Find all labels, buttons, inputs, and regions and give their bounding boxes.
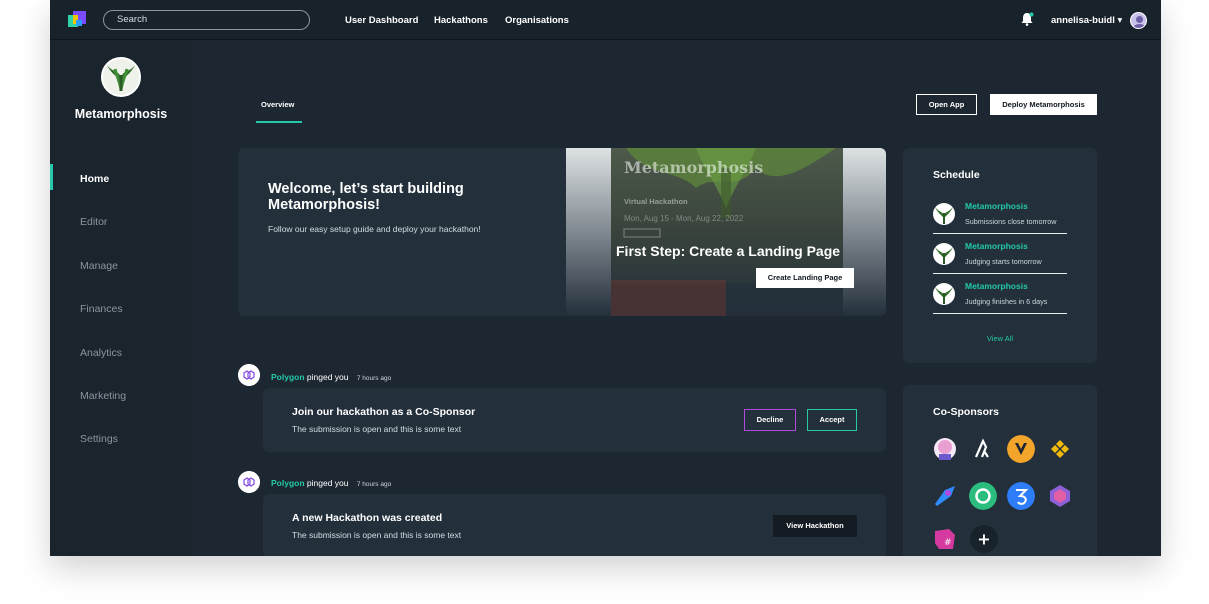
svg-text:#: # — [944, 538, 952, 548]
accept-button[interactable]: Accept — [807, 409, 857, 431]
top-bar: Search User Dashboard Hackathons Organis… — [50, 0, 1161, 40]
deploy-button[interactable]: Deploy Metamorphosis — [990, 94, 1097, 115]
tab-underline — [256, 121, 302, 123]
ping-header: Polygon pinged you 7 hours ago — [271, 478, 391, 488]
schedule-item[interactable]: Metamorphosis Judging starts tomorrow — [933, 241, 1067, 274]
sidebar: Metamorphosis Home Editor Manage Finance… — [50, 40, 192, 556]
hashtag-logo-icon[interactable]: # — [931, 525, 959, 553]
welcome-title: Welcome, let’s start building Metamorpho… — [268, 181, 464, 213]
ping-sender[interactable]: Polygon — [271, 478, 305, 488]
cosponsors-card: Co-Sponsors # + — [903, 385, 1097, 556]
ping-sender[interactable]: Polygon — [271, 372, 305, 382]
landing-page-preview: Metamorphosis Virtual Hackathon Mon, Aug… — [566, 148, 886, 316]
view-all-link[interactable]: View All — [903, 334, 1097, 343]
schedule-item[interactable]: Metamorphosis Submissions close tomorrow — [933, 201, 1067, 234]
spaceship-logo-icon[interactable] — [931, 482, 959, 510]
schedule-item-desc: Judging finishes in 6 days — [965, 297, 1048, 306]
sidebar-item-analytics[interactable]: Analytics — [80, 347, 122, 359]
notification-title: Join our hackathon as a Co-Sponsor — [292, 406, 476, 418]
hackathon-icon — [933, 243, 955, 265]
logo-icon[interactable] — [68, 11, 86, 29]
ping-action: pinged you — [306, 478, 349, 488]
search-input[interactable]: Search — [103, 10, 310, 30]
app-window: Search User Dashboard Hackathons Organis… — [50, 0, 1161, 556]
schedule-item[interactable]: Metamorphosis Judging finishes in 6 days — [933, 281, 1067, 314]
schedule-item-desc: Judging starts tomorrow — [965, 257, 1042, 266]
cosponsors-title: Co-Sponsors — [933, 406, 999, 418]
celo-logo-icon[interactable] — [969, 482, 997, 510]
schedule-item-name: Metamorphosis — [965, 201, 1028, 211]
ping-action: pinged you — [306, 372, 349, 382]
user-menu[interactable]: annelisa-buidl ▾ — [1051, 15, 1122, 26]
schedule-item-name: Metamorphosis — [965, 281, 1028, 291]
badger-logo-icon[interactable] — [1007, 435, 1035, 463]
avatar[interactable] — [1130, 12, 1147, 29]
open-app-button[interactable]: Open App — [916, 94, 977, 115]
tezos-logo-icon[interactable] — [1007, 482, 1035, 510]
nav-user-dashboard[interactable]: User Dashboard — [345, 15, 418, 26]
tab-overview[interactable]: Overview — [261, 100, 294, 109]
schedule-card: Schedule Metamorphosis Submissions close… — [903, 148, 1097, 363]
notification-title: A new Hackathon was created — [292, 512, 443, 524]
plus-icon: + — [977, 530, 990, 549]
avatar-image — [1133, 16, 1146, 28]
first-step-title: First Step: Create a Landing Page — [616, 243, 841, 259]
nav-hackathons[interactable]: Hackathons — [434, 15, 488, 26]
hackathon-avatar — [101, 57, 141, 97]
sidebar-item-manage[interactable]: Manage — [80, 260, 118, 272]
welcome-card: Welcome, let’s start building Metamorpho… — [238, 148, 886, 316]
landing-preview-subtitle: Virtual Hackathon — [624, 197, 688, 206]
notification-card: A new Hackathon was created The submissi… — [263, 494, 886, 556]
notification-subtitle: The submission is open and this is some … — [292, 424, 462, 434]
active-indicator — [50, 164, 53, 190]
notification-subtitle: The submission is open and this is some … — [292, 530, 462, 540]
sidebar-item-settings[interactable]: Settings — [80, 433, 118, 445]
landing-preview-title: Metamorphosis — [624, 158, 764, 177]
sidebar-item-editor[interactable]: Editor — [80, 216, 107, 228]
schedule-item-desc: Submissions close tomorrow — [965, 217, 1057, 226]
schedule-title: Schedule — [933, 169, 980, 181]
landing-preview-date: Mon, Aug 15 - Mon, Aug 22, 2022 — [624, 214, 744, 223]
plant-icon — [103, 59, 139, 95]
polygon-avatar-icon — [238, 364, 260, 386]
hackathon-title: Metamorphosis — [74, 107, 168, 121]
schedule-item-name: Metamorphosis — [965, 241, 1028, 251]
binance-logo-icon[interactable] — [1046, 435, 1074, 463]
ping-time: 7 hours ago — [356, 375, 392, 382]
nav-organisations[interactable]: Organisations — [505, 15, 569, 26]
ping-header: Polygon pinged you 7 hours ago — [271, 372, 391, 382]
decline-button[interactable]: Decline — [744, 409, 796, 431]
sidebar-item-marketing[interactable]: Marketing — [80, 390, 126, 402]
create-landing-page-button[interactable]: Create Landing Page — [756, 268, 854, 288]
chevron-down-icon: ▾ — [1117, 15, 1123, 26]
arweave-logo-icon[interactable] — [970, 435, 998, 463]
view-hackathon-button[interactable]: View Hackathon — [773, 515, 857, 537]
hackathon-icon — [933, 203, 955, 225]
notification-card: Join our hackathon as a Co-Sponsor The s… — [263, 388, 886, 452]
polygon-avatar-icon — [238, 471, 260, 493]
poap-logo-icon[interactable] — [931, 435, 959, 463]
gem-logo-icon[interactable] — [1046, 482, 1074, 510]
add-sponsor-button[interactable]: + — [970, 525, 998, 553]
bell-icon[interactable] — [1020, 12, 1034, 26]
welcome-subtitle: Follow our easy setup guide and deploy y… — [268, 224, 481, 234]
sidebar-item-home[interactable]: Home — [80, 173, 109, 185]
ping-time: 7 hours ago — [356, 481, 392, 488]
sidebar-item-finances[interactable]: Finances — [80, 303, 123, 315]
hackathon-icon — [933, 283, 955, 305]
username: annelisa-buidl — [1051, 15, 1115, 26]
